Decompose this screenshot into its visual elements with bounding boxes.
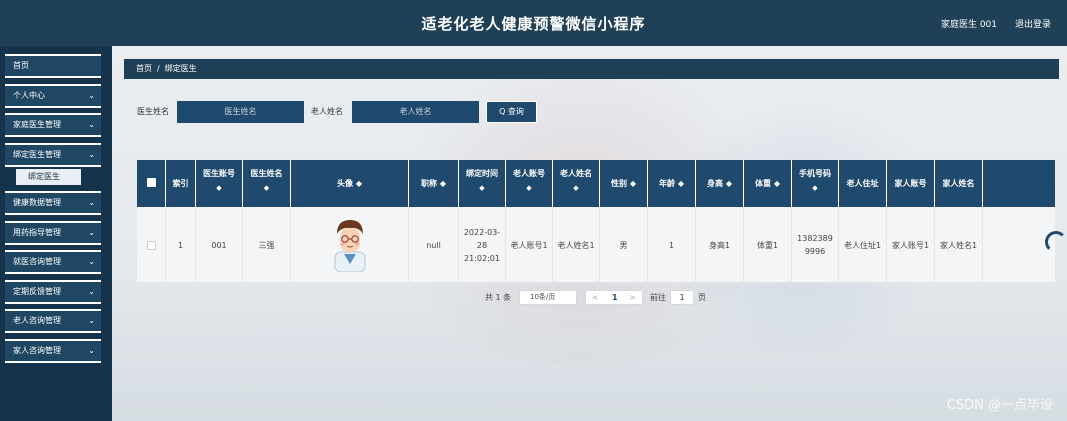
sort-icon: ◆ [677,179,684,188]
column-header: 老人住址 [839,160,887,207]
doctor-name-label: 医生姓名 [137,107,169,116]
doctor-account-cell: 001 [196,207,243,283]
app-title: 适老化老人健康预警微信小程序 [421,15,646,33]
column-header[interactable]: 性别 ◆ [600,160,648,207]
elder-name-input[interactable]: 老人姓名 [352,101,479,123]
column-header: 家人账号 [887,160,935,207]
select-all-column [137,160,166,207]
elder-name-label: 老人姓名 [311,107,343,116]
column-header[interactable]: 体重 ◆ [744,160,792,207]
table-header: 索引 医生账号 ◆ 医生姓名 ◆ 头像 ◆ 职称 ◆ 绑定时间 ◆ 老人账号 ◆ 老人姓… [137,160,1055,207]
sort-icon: ◆ [629,179,636,188]
elder-name-cell: 老人姓名1 [553,207,600,283]
doctor-name-input[interactable]: 医生姓名 [177,101,304,123]
current-user: 家庭医生 001 [940,20,997,30]
goto-label: 前往 [650,293,666,302]
column-header[interactable]: 老人姓名 ◆ [553,160,600,207]
top-header: 适老化老人健康预警微信小程序 家庭医生 001 退出登录 [0,0,1067,46]
column-header[interactable]: 医生姓名 ◆ [243,160,291,207]
column-header[interactable]: 老人账号 ◆ [506,160,553,207]
sort-icon: ◆ [725,179,732,188]
sidebar-item-profile[interactable]: 个人中心 ⌄ [5,83,101,108]
column-header[interactable]: 绑定时间 ◆ [459,160,506,207]
chevron-down-icon: ⌄ [88,257,95,266]
pagination: < 1 > [585,290,643,305]
total-count: 共 1 条 [485,293,512,302]
index-cell: 1 [166,207,196,283]
column-header[interactable]: 身高 ◆ [696,160,744,207]
column-header[interactable]: 头像 ◆ [291,160,409,207]
row-select-cell [137,207,166,283]
sidebar-item-family-consult[interactable]: 家人咨询管理 ⌄ [5,338,101,363]
watermark: CSDN @一点毕设 [946,398,1053,413]
family-name-cell: 家人姓名1 [935,207,983,283]
sidebar: 首页 个人中心 ⌄ 家庭医生管理 ⌄ 绑定医生管理 ⌄ 绑定医生 健康数据管理 ⌄ 用药… [5,54,101,368]
address-cell: 老人住址1 [839,207,887,283]
column-header: 家人姓名 [935,160,983,207]
column-header[interactable]: 手机号码 ◆ [792,160,839,207]
age-cell: 1 [648,207,696,283]
sort-icon: ◆ [812,184,818,192]
page-word: 页 [698,293,706,302]
doctor-name-cell: 三强 [243,207,291,283]
chevron-down-icon: ⌄ [88,120,95,129]
gender-cell: 男 [600,207,648,283]
elder-account-cell: 老人账号1 [506,207,553,283]
sort-icon: ◆ [479,184,485,192]
chevron-down-icon: ⌄ [88,345,95,355]
row-checkbox[interactable] [146,240,156,250]
logout-link[interactable]: 退出登录 [1015,17,1051,30]
doctor-avatar [334,220,365,272]
column-header[interactable]: 医生账号 ◆ [196,160,243,207]
sort-icon: ◆ [439,179,446,188]
chevron-down-icon: ⌄ [88,316,95,325]
sort-icon: ◆ [573,184,579,192]
chevron-down-icon: ⌄ [88,227,95,237]
column-header[interactable]: 职称 ◆ [409,160,459,207]
sidebar-item-consultation[interactable]: 就医咨询管理 ⌄ [5,250,101,274]
breadcrumb: 首页 / 绑定医生 [124,59,1059,79]
sort-icon: ◆ [773,179,780,188]
family-account-cell: 家人账号1 [887,207,935,283]
column-header: 索引 [166,160,196,207]
sort-icon: ◆ [263,184,270,192]
chevron-down-icon: ⌄ [88,198,95,207]
loading-spinner-icon [1045,231,1067,253]
sidebar-item-medication[interactable]: 用药指导管理 ⌄ [5,220,101,245]
sort-icon: ◆ [526,184,532,192]
avatar-cell [291,207,409,283]
weight-cell: 体重1 [744,207,792,283]
height-cell: 身高1 [696,207,744,283]
breadcrumb-home[interactable]: 首页 [136,64,152,73]
sort-icon: ◆ [216,184,222,192]
sidebar-subitem-bind-doctor[interactable]: 绑定医生 [16,169,81,185]
sidebar-item-feedback[interactable]: 定期反馈管理 ⌄ [5,279,101,304]
chevron-down-icon: ⌄ [88,286,95,296]
sidebar-item-bind-doctor[interactable]: 绑定医生管理 ⌄ [5,142,101,167]
next-page-button[interactable]: > [629,291,636,304]
table-row[interactable]: 1 001 三强 null 2022-03-28 21:02:01 老人账号1 … [137,207,1067,283]
chevron-down-icon: ⌄ [88,90,95,100]
chevron-down-icon: ⌄ [88,149,95,159]
current-page[interactable]: 1 [612,291,618,304]
search-button[interactable]: Q 查询 [486,101,537,123]
breadcrumb-separator: / [157,64,160,73]
page-size-select[interactable]: 10条/页 [519,290,577,305]
goto-page-input[interactable]: 1 [670,290,694,305]
bind-time-cell: 2022-03-28 21:02:01 [459,207,506,283]
phone-cell: 13823899996 [792,207,839,283]
breadcrumb-current: 绑定医生 [164,64,197,73]
select-all-checkbox[interactable] [147,178,156,187]
data-table: 索引 医生账号 ◆ 医生姓名 ◆ 头像 ◆ 职称 ◆ 绑定时间 ◆ 老人账号 ◆ 老人姓… [137,160,1067,283]
sidebar-item-home[interactable]: 首页 [5,54,101,78]
sidebar-item-family-doctor[interactable]: 家庭医生管理 ⌄ [5,113,101,137]
column-header[interactable]: 年龄 ◆ [648,160,696,207]
sidebar-item-health-data[interactable]: 健康数据管理 ⌄ [5,191,101,215]
sort-icon: ◆ [355,179,362,188]
title-cell: null [409,207,459,283]
prev-page-button[interactable]: < [592,291,599,304]
sidebar-item-elder-consult[interactable]: 老人咨询管理 ⌄ [5,309,101,333]
